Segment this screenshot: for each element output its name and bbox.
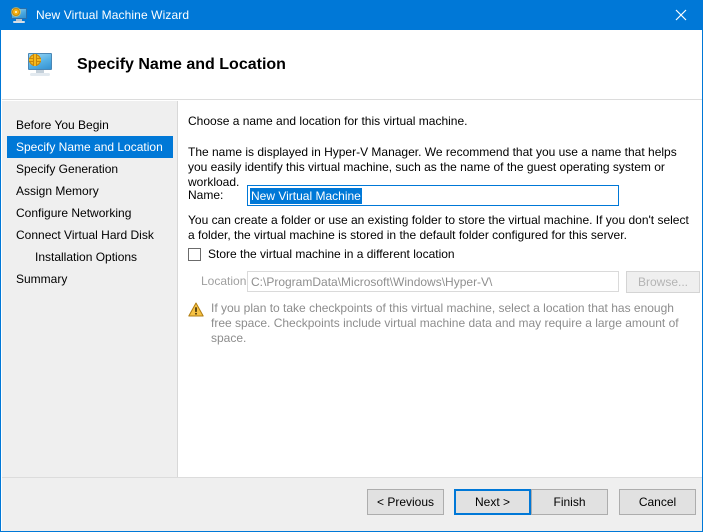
intro-text: Choose a name and location for this virt…	[188, 114, 468, 128]
wizard-header: Specify Name and Location	[2, 30, 702, 100]
wizard-content-pane: Choose a name and location for this virt…	[179, 101, 702, 477]
name-input[interactable]: New Virtual Machine	[247, 185, 619, 206]
sidebar-item-before-you-begin[interactable]: Before You Begin	[7, 114, 173, 136]
folder-description-text: You can create a folder or use an existi…	[188, 213, 689, 242]
next-button[interactable]: Next >	[454, 489, 531, 515]
location-field-row: Location: C:\ProgramData\Microsoft\Windo…	[188, 271, 700, 293]
window-title: New Virtual Machine Wizard	[36, 8, 190, 22]
wizard-body: Before You Begin Specify Name and Locati…	[2, 101, 702, 477]
location-input[interactable]: C:\ProgramData\Microsoft\Windows\Hyper-V…	[247, 271, 619, 292]
sidebar-item-configure-networking[interactable]: Configure Networking	[7, 202, 173, 224]
virtual-machine-icon	[27, 52, 53, 77]
warning-message: If you plan to take checkpoints of this …	[188, 301, 688, 346]
description-text: The name is displayed in Hyper-V Manager…	[188, 145, 677, 189]
wizard-footer: < Previous Next > Finish Cancel	[2, 477, 702, 531]
wizard-steps-sidebar: Before You Begin Specify Name and Locati…	[2, 101, 178, 477]
sidebar-item-specify-name-and-location[interactable]: Specify Name and Location	[7, 136, 173, 158]
browse-button[interactable]: Browse...	[626, 271, 700, 293]
store-different-location-row[interactable]: Store the virtual machine in a different…	[188, 247, 455, 261]
sidebar-item-assign-memory[interactable]: Assign Memory	[7, 180, 173, 202]
store-different-location-label: Store the virtual machine in a different…	[208, 247, 455, 261]
virtual-machine-icon	[11, 7, 27, 23]
title-bar: New Virtual Machine Wizard	[1, 0, 702, 30]
close-icon[interactable]	[658, 0, 702, 30]
location-label: Location:	[201, 274, 250, 288]
sidebar-item-summary[interactable]: Summary	[7, 268, 173, 290]
name-field-row: Name: New Virtual Machine	[188, 185, 696, 206]
sidebar-item-specify-generation[interactable]: Specify Generation	[7, 158, 173, 180]
new-virtual-machine-wizard-window: New Virtual Machine Wizard Specify Name …	[0, 0, 703, 532]
warning-text: If you plan to take checkpoints of this …	[211, 301, 679, 345]
sidebar-item-installation-options[interactable]: Installation Options	[7, 246, 173, 268]
name-input-value: New Virtual Machine	[250, 187, 362, 204]
page-title: Specify Name and Location	[77, 55, 286, 73]
store-different-location-checkbox[interactable]	[188, 247, 201, 261]
name-label: Name:	[188, 188, 224, 202]
cancel-button[interactable]: Cancel	[619, 489, 696, 515]
warning-triangle-icon	[188, 302, 204, 317]
sidebar-item-connect-virtual-hard-disk[interactable]: Connect Virtual Hard Disk	[7, 224, 173, 246]
location-input-value: C:\ProgramData\Microsoft\Windows\Hyper-V…	[251, 274, 493, 289]
finish-button[interactable]: Finish	[531, 489, 608, 515]
previous-button[interactable]: < Previous	[367, 489, 444, 515]
